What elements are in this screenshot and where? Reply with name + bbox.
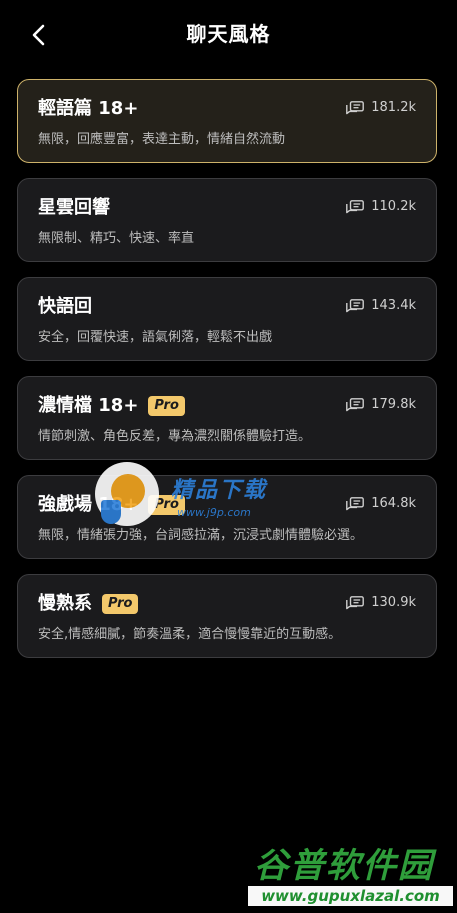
watermark-bottom-text: 谷普软件园 (254, 846, 434, 886)
style-description: 無限，回應豐富，表達主動，情緒自然流動 (38, 132, 286, 147)
pro-badge: Pro (102, 594, 139, 614)
style-list: 輕語篇 18+ 181.2k 無限，回應豐富，表達主動，情緒自然流動星雲回響 110.… (17, 79, 437, 673)
watermark-top: 精品下载 www.j9p.com (95, 462, 275, 526)
style-name-row: 快語回 (38, 295, 92, 319)
chat-bubbles-icon (346, 200, 365, 214)
watermark-top-url: www.j9p.com (177, 506, 251, 519)
style-description: 無限制、精巧、快速、率直 (38, 231, 195, 246)
watermark-logo (95, 462, 159, 526)
pro-badge: Pro (148, 396, 185, 416)
watermark-top-text: 精品下载 (171, 478, 268, 503)
chat-bubbles-icon (346, 398, 365, 412)
usage-count: 110.2k (346, 198, 416, 216)
usage-count: 164.8k (346, 495, 416, 513)
style-description: 安全，回覆快速，語氣俐落，輕鬆不出戲 (38, 330, 273, 345)
chat-bubbles-icon (346, 101, 365, 115)
usage-count-value: 181.2k (371, 100, 416, 115)
style-name: 快語回 (38, 296, 92, 317)
style-name-row: 輕語篇 18+ (38, 97, 138, 121)
usage-count: 179.8k (346, 396, 416, 414)
style-card[interactable]: 濃情檔 18+ Pro 179.8k 情節刺激、角色反差，專為濃烈關係體驗打造。 (17, 376, 437, 460)
watermark-bottom-url: www.gupuxlazal.com (248, 886, 453, 906)
usage-count: 130.9k (346, 594, 416, 612)
usage-count: 181.2k (346, 99, 416, 117)
page-title: 聊天風格 (186, 22, 271, 46)
usage-count-value: 179.8k (371, 397, 416, 412)
style-name: 濃情檔 18+ (38, 395, 139, 416)
usage-count: 143.4k (346, 297, 416, 315)
chat-bubbles-icon (346, 497, 365, 511)
style-card[interactable]: 星雲回響 110.2k 無限制、精巧、快速、率直 (17, 178, 437, 262)
style-name: 輕語篇 18+ (38, 98, 139, 119)
chat-bubbles-icon (346, 596, 365, 610)
style-card[interactable]: 慢熟系 Pro 130.9k 安全,情感細膩，節奏溫柔，適合慢慢靠近的互動感。 (17, 574, 437, 658)
header: 聊天風格 (0, 0, 457, 70)
watermark-bottom: 谷普软件园 www.gupuxlazal.com (248, 846, 453, 908)
style-name: 慢熟系 (38, 593, 92, 614)
style-name-row: 星雲回響 (38, 196, 110, 220)
usage-count-value: 130.9k (371, 595, 416, 610)
style-description: 安全,情感細膩，節奏溫柔，適合慢慢靠近的互動感。 (38, 627, 342, 642)
style-description: 無限，情緒張力強，台詞感拉滿，沉浸式劇情體驗必選。 (38, 528, 364, 543)
usage-count-value: 143.4k (371, 298, 416, 313)
style-name-row: 濃情檔 18+ Pro (38, 394, 185, 418)
style-name: 星雲回響 (38, 197, 110, 218)
chat-bubbles-icon (346, 299, 365, 313)
usage-count-value: 164.8k (371, 496, 416, 511)
style-name-row: 慢熟系 Pro (38, 592, 139, 616)
style-description: 情節刺激、角色反差，專為濃烈關係體驗打造。 (38, 429, 312, 444)
chat-style-screen: 聊天風格 輕語篇 18+ 181.2k 無限，回應豐富，表達主動，情緒自然流動星雲回… (0, 0, 457, 913)
style-card[interactable]: 輕語篇 18+ 181.2k 無限，回應豐富，表達主動，情緒自然流動 (17, 79, 437, 163)
usage-count-value: 110.2k (371, 199, 416, 214)
style-card[interactable]: 快語回 143.4k 安全，回覆快速，語氣俐落，輕鬆不出戲 (17, 277, 437, 361)
